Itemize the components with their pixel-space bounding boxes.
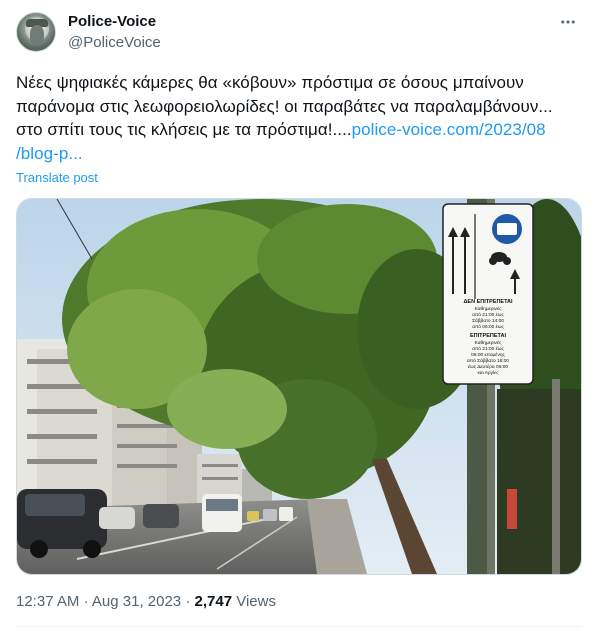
post-text-line-2: παράνομα στις λεωφορειολωρίδες! οι παραβ… xyxy=(16,96,553,116)
sign-text-12: και Αργίες xyxy=(477,370,499,376)
post-text: Νέες ψηφιακές κάμερες θα «κόβουν» πρόστι… xyxy=(16,71,584,165)
sign-text-3: από 21:00 έως xyxy=(472,311,504,318)
author-display-name[interactable]: Police-Voice xyxy=(68,13,156,30)
post-header: Police-Voice @PoliceVoice xyxy=(16,10,582,54)
meta-separator-2: · xyxy=(185,593,191,610)
views-label: Views xyxy=(236,593,276,610)
post-card: Police-Voice @PoliceVoice Νέες ψηφιακές … xyxy=(0,0,598,641)
sign-text-6: ΕΠΙΤΡΕΠΕΤΑΙ xyxy=(470,333,506,339)
post-date[interactable]: Aug 31, 2023 xyxy=(92,593,181,610)
post-text-line-4: /blog-p... xyxy=(16,142,584,166)
post-text-line-3: στο σπίτι τους τις κλήσεις με τα πρόστιμ… xyxy=(16,118,584,142)
post-link-continued[interactable]: /blog-p... xyxy=(16,144,83,163)
post-meta: 12:37 AM · Aug 31, 2023 · 2,747 Views xyxy=(16,593,276,610)
sign-text-9: 06:00 επομένης xyxy=(471,351,505,358)
translate-post-link[interactable]: Translate post xyxy=(16,170,98,185)
sign-text-11: έως Δευτέρα 06:00 xyxy=(468,363,508,370)
post-link[interactable]: police-voice.com/2023/08 xyxy=(352,120,546,139)
post-text-line-3-text: στο σπίτι τους τις κλήσεις με τα πρόστιμ… xyxy=(16,120,352,139)
post-image[interactable]: ΔΕΝ ΕΠΙΤΡΕΠΕΤΑΙ Καθημερινές από 21:00 έω… xyxy=(16,198,582,575)
street-photo: ΔΕΝ ΕΠΙΤΡΕΠΕΤΑΙ Καθημερινές από 21:00 έω… xyxy=(17,199,581,574)
views-count[interactable]: 2,747 xyxy=(195,593,233,610)
author-handle[interactable]: @PoliceVoice xyxy=(68,34,161,51)
sign-text-1: ΔΕΝ ΕΠΙΤΡΕΠΕΤΑΙ xyxy=(463,299,513,305)
sign-text-7: Καθημερινές xyxy=(475,339,502,346)
avatar[interactable] xyxy=(16,12,56,52)
more-horizontal-icon[interactable] xyxy=(556,10,580,34)
post-time[interactable]: 12:37 AM xyxy=(16,593,79,610)
divider xyxy=(16,626,582,627)
bus-lane-sign: ΔΕΝ ΕΠΙΤΡΕΠΕΤΑΙ Καθημερινές από 21:00 έω… xyxy=(442,203,534,385)
post-text-line-1: Νέες ψηφιακές κάμερες θα «κόβουν» πρόστι… xyxy=(16,73,524,92)
sign-text-2: Καθημερινές xyxy=(475,305,502,312)
sign-text-8: από 21:00 έως xyxy=(472,345,504,352)
meta-separator-1: · xyxy=(83,593,89,610)
sign-text-10: από Σάββατο 16:00 xyxy=(467,357,509,364)
sign-text-4: Σάββατο 14:00 xyxy=(472,317,504,324)
avatar-face xyxy=(30,25,44,45)
sign-text-5: από 06:00 έως xyxy=(472,323,504,330)
